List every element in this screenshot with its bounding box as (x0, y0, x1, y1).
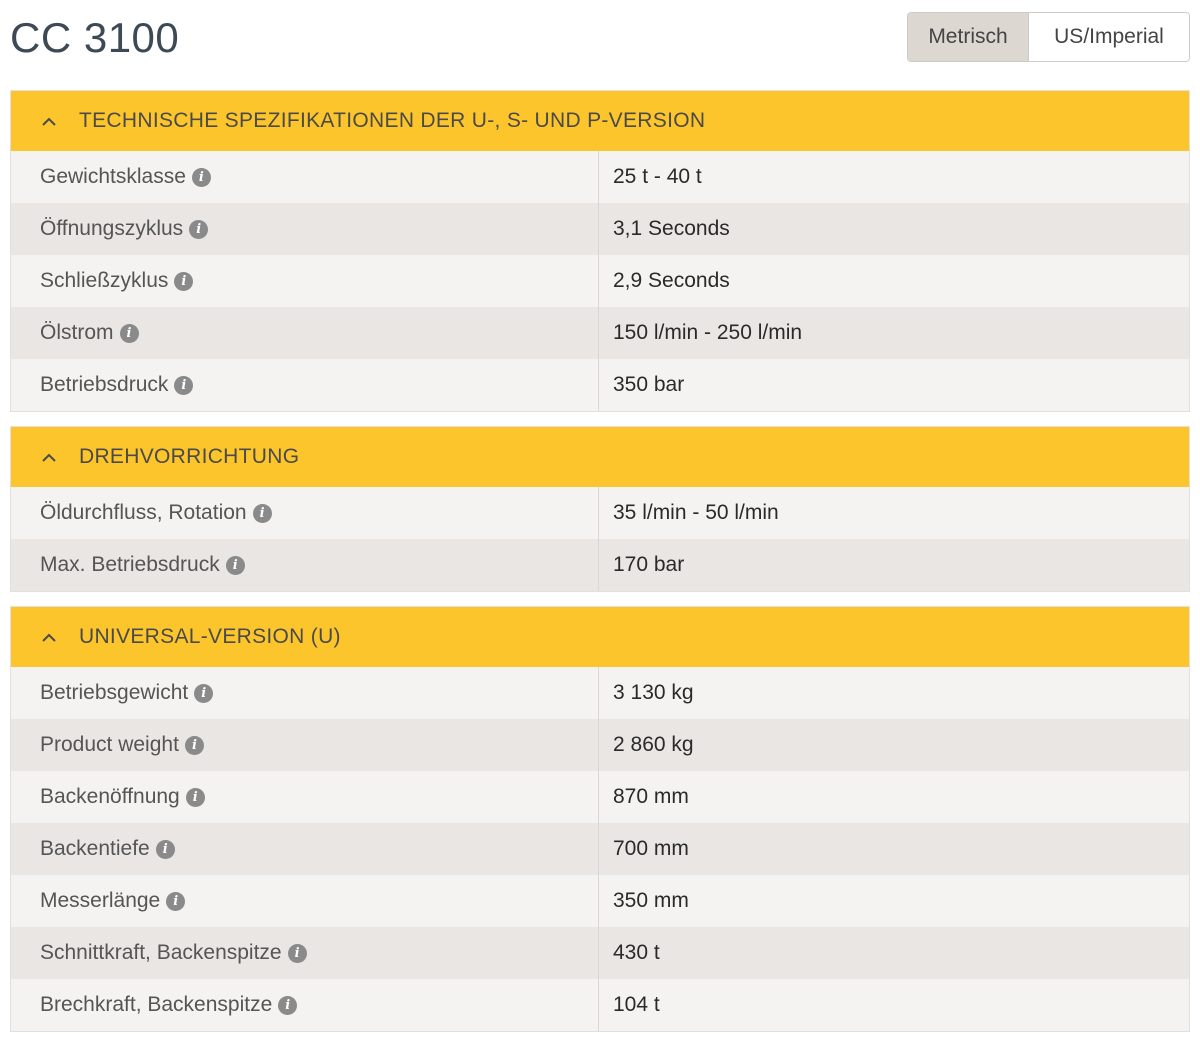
spec-label: Öldurchfluss, Rotation (40, 501, 247, 524)
spec-row: Backenöffnung i 870 mm (11, 771, 1189, 823)
section-title: DREHVORRICHTUNG (79, 445, 300, 468)
spec-label-cell: Öldurchfluss, Rotation i (11, 487, 599, 539)
info-icon[interactable]: i (194, 683, 214, 703)
spec-label: Brechkraft, Backenspitze (40, 993, 273, 1016)
spec-label: Gewichtsklasse (40, 165, 186, 188)
spec-section: TECHNISCHE SPEZIFIKATIONEN DER U-, S- UN… (10, 90, 1190, 412)
spec-label-cell: Messerlänge i (11, 875, 599, 927)
spec-label: Betriebsgewicht (40, 681, 189, 704)
spec-label: Schnittkraft, Backenspitze (40, 941, 282, 964)
spec-label: Max. Betriebsdruck (40, 553, 220, 576)
spec-row: Product weight i 2 860 kg (11, 719, 1189, 771)
spec-row: Max. Betriebsdruck i 170 bar (11, 539, 1189, 591)
section-title: TECHNISCHE SPEZIFIKATIONEN DER U-, S- UN… (79, 109, 706, 132)
spec-row: Backentiefe i 700 mm (11, 823, 1189, 875)
spec-value: 350 mm (613, 889, 689, 912)
spec-label-cell: Gewichtsklasse i (11, 151, 599, 203)
spec-label: Ölstrom (40, 321, 114, 344)
spec-value: 350 bar (613, 373, 685, 396)
spec-label-cell: Backentiefe i (11, 823, 599, 875)
info-icon[interactable]: i (119, 323, 139, 343)
chevron-up-icon (41, 114, 57, 130)
chevron-up-icon (41, 630, 57, 646)
spec-rows: Betriebsgewicht i 3 130 kg Product weigh… (11, 667, 1189, 1031)
spec-value: 104 t (613, 993, 660, 1016)
info-icon[interactable]: i (225, 555, 245, 575)
section-header[interactable]: UNIVERSAL-VERSION (U) (11, 607, 1189, 667)
spec-label-cell: Schnittkraft, Backenspitze i (11, 927, 599, 979)
spec-label-cell: Product weight i (11, 719, 599, 771)
info-icon[interactable]: i (185, 787, 205, 807)
metric-button[interactable]: Metrisch (908, 13, 1029, 61)
spec-row: Schließzyklus i 2,9 Seconds (11, 255, 1189, 307)
spec-label-cell: Ölstrom i (11, 307, 599, 359)
spec-section: DREHVORRICHTUNG Öldurchfluss, Rotation i… (10, 426, 1190, 592)
spec-label: Backenöffnung (40, 785, 180, 808)
spec-label: Messerlänge (40, 889, 161, 912)
spec-label: Schließzyklus (40, 269, 169, 292)
spec-row: Öffnungszyklus i 3,1 Seconds (11, 203, 1189, 255)
info-icon[interactable]: i (191, 167, 211, 187)
spec-value: 870 mm (613, 785, 689, 808)
spec-value: 3 130 kg (613, 681, 694, 704)
spec-value: 3,1 Seconds (613, 217, 730, 240)
page-title: CC 3100 (10, 14, 180, 61)
spec-row: Brechkraft, Backenspitze i 104 t (11, 979, 1189, 1031)
imperial-button[interactable]: US/Imperial (1029, 13, 1189, 61)
spec-rows: Öldurchfluss, Rotation i 35 l/min - 50 l… (11, 487, 1189, 591)
info-icon[interactable]: i (174, 375, 194, 395)
info-icon[interactable]: i (189, 219, 209, 239)
spec-label: Öffnungszyklus (40, 217, 184, 240)
info-icon[interactable]: i (166, 891, 186, 911)
spec-label-cell: Betriebsgewicht i (11, 667, 599, 719)
spec-value: 170 bar (613, 553, 685, 576)
spec-label-cell: Öffnungszyklus i (11, 203, 599, 255)
spec-row: Betriebsdruck i 350 bar (11, 359, 1189, 411)
spec-value: 35 l/min - 50 l/min (613, 501, 779, 524)
spec-label: Product weight (40, 733, 179, 756)
spec-value: 25 t - 40 t (613, 165, 702, 188)
section-title: UNIVERSAL-VERSION (U) (79, 625, 341, 648)
spec-label-cell: Max. Betriebsdruck i (11, 539, 599, 591)
spec-section: UNIVERSAL-VERSION (U) Betriebsgewicht i … (10, 606, 1190, 1032)
info-icon[interactable]: i (184, 735, 204, 755)
spec-value: 150 l/min - 250 l/min (613, 321, 803, 344)
spec-label-cell: Brechkraft, Backenspitze i (11, 979, 599, 1031)
spec-value: 2,9 Seconds (613, 269, 730, 292)
spec-label-cell: Backenöffnung i (11, 771, 599, 823)
spec-row: Betriebsgewicht i 3 130 kg (11, 667, 1189, 719)
spec-sections: TECHNISCHE SPEZIFIKATIONEN DER U-, S- UN… (10, 90, 1190, 1038)
spec-value: 700 mm (613, 837, 689, 860)
unit-toggle: Metrisch US/Imperial (907, 12, 1190, 62)
spec-row: Ölstrom i 150 l/min - 250 l/min (11, 307, 1189, 359)
spec-row: Öldurchfluss, Rotation i 35 l/min - 50 l… (11, 487, 1189, 539)
spec-row: Schnittkraft, Backenspitze i 430 t (11, 927, 1189, 979)
spec-value: 430 t (613, 941, 660, 964)
info-icon[interactable]: i (155, 839, 175, 859)
chevron-up-icon (41, 450, 57, 466)
spec-value: 2 860 kg (613, 733, 694, 756)
info-icon[interactable]: i (174, 271, 194, 291)
info-icon[interactable]: i (278, 995, 298, 1015)
spec-label-cell: Schließzyklus i (11, 255, 599, 307)
section-header[interactable]: TECHNISCHE SPEZIFIKATIONEN DER U-, S- UN… (11, 91, 1189, 151)
spec-label: Backentiefe (40, 837, 150, 860)
spec-row: Gewichtsklasse i 25 t - 40 t (11, 151, 1189, 203)
info-icon[interactable]: i (287, 943, 307, 963)
spec-label-cell: Betriebsdruck i (11, 359, 599, 411)
spec-rows: Gewichtsklasse i 25 t - 40 t Öffnungszyk… (11, 151, 1189, 411)
spec-row: Messerlänge i 350 mm (11, 875, 1189, 927)
section-header[interactable]: DREHVORRICHTUNG (11, 427, 1189, 487)
spec-label: Betriebsdruck (40, 373, 169, 396)
info-icon[interactable]: i (252, 503, 272, 523)
